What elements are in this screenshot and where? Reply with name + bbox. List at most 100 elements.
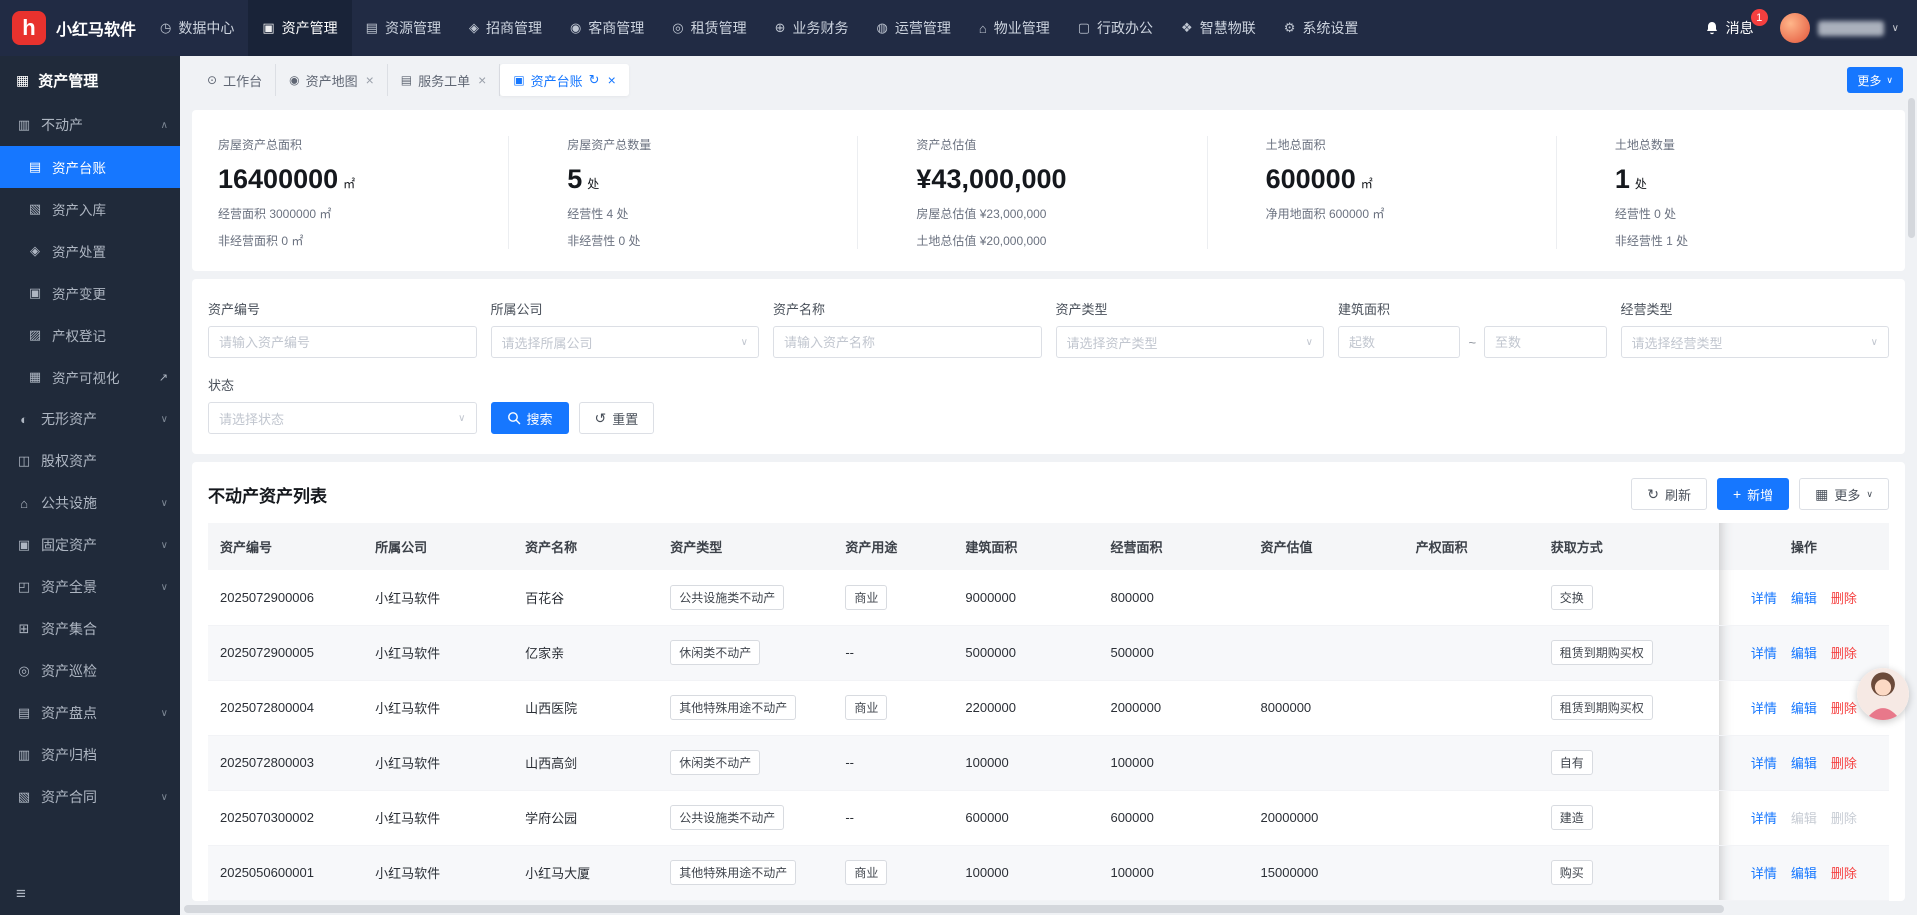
stat-value-row: 16400000㎡ bbox=[218, 164, 508, 195]
stat-label: 土地总数量 bbox=[1615, 136, 1905, 153]
filter-input-build-area-max[interactable] bbox=[1484, 326, 1606, 358]
filter-select-owner-company[interactable]: 请选择所属公司∨ bbox=[491, 326, 760, 358]
reset-button[interactable]: ↺ 重置 bbox=[579, 402, 655, 434]
asset-inbound-icon: ▧ bbox=[27, 201, 43, 217]
tab-asset-map[interactable]: ◉资产地图× bbox=[276, 64, 388, 96]
sidebar-item-real-estate[interactable]: ▥不动产∧ bbox=[0, 104, 180, 146]
action-detail[interactable]: 详情 bbox=[1751, 643, 1777, 662]
assistant-avatar[interactable] bbox=[1857, 668, 1909, 720]
tab-label: 服务工单 bbox=[418, 71, 470, 90]
action-edit[interactable]: 编辑 bbox=[1791, 698, 1817, 717]
filter-input-asset-name[interactable] bbox=[773, 326, 1042, 358]
close-icon[interactable]: × bbox=[366, 72, 374, 88]
nav-item-business-finance[interactable]: ⊕业务财务 bbox=[761, 0, 863, 56]
cell-build-area: 5000000 bbox=[953, 625, 1098, 680]
select-placeholder: 请选择资产类型 bbox=[1067, 333, 1158, 352]
action-edit[interactable]: 编辑 bbox=[1791, 863, 1817, 882]
action-detail[interactable]: 详情 bbox=[1751, 588, 1777, 607]
sidebar-item-fixed-assets[interactable]: ▣固定资产∨ bbox=[0, 524, 180, 566]
table-more-button[interactable]: ▦ 更多 ∨ bbox=[1799, 478, 1889, 510]
nav-item-office-admin[interactable]: ▢行政办公 bbox=[1064, 0, 1167, 56]
nav-item-asset-management[interactable]: ▣资产管理 bbox=[248, 0, 351, 56]
cell-build-area: 100000 bbox=[953, 845, 1098, 900]
add-button[interactable]: + 新增 bbox=[1717, 478, 1789, 510]
action-detail[interactable]: 详情 bbox=[1751, 808, 1777, 827]
vertical-scrollbar-thumb[interactable] bbox=[1908, 98, 1915, 238]
cell-valuation bbox=[1249, 570, 1404, 625]
chevron-down-icon: ∨ bbox=[1886, 75, 1893, 86]
cell-property-area bbox=[1404, 625, 1539, 680]
sidebar-item-equity-assets[interactable]: ◫股权资产 bbox=[0, 440, 180, 482]
refresh-icon[interactable]: ↻ bbox=[589, 72, 600, 88]
close-icon[interactable]: × bbox=[478, 72, 486, 88]
cell-biz-area: 100000 bbox=[1098, 845, 1248, 900]
sidebar-item-asset-disposal[interactable]: ◈资产处置 bbox=[0, 230, 180, 272]
nav-item-smart-iot[interactable]: ❖智慧物联 bbox=[1167, 0, 1270, 56]
sidebar-item-asset-change[interactable]: ▣资产变更 bbox=[0, 272, 180, 314]
tab-asset-ledger-tab[interactable]: ▣资产台账↻× bbox=[500, 64, 628, 96]
filter-select-business-type[interactable]: 请选择经营类型∨ bbox=[1621, 326, 1890, 358]
filter-input-asset-code[interactable] bbox=[208, 326, 477, 358]
action-delete[interactable]: 删除 bbox=[1831, 753, 1857, 772]
user-menu[interactable]: ∨ bbox=[1780, 13, 1899, 43]
action-detail[interactable]: 详情 bbox=[1751, 753, 1777, 772]
sidebar-item-intangible-assets[interactable]: ◐无形资产∨ bbox=[0, 398, 180, 440]
horizontal-scrollbar[interactable] bbox=[184, 905, 1895, 913]
action-detail[interactable]: 详情 bbox=[1751, 863, 1777, 882]
table-header-row: 资产编号所属公司资产名称资产类型资产用途建筑面积经营面积资产估值产权面积获取方式… bbox=[208, 523, 1889, 570]
action-delete[interactable]: 删除 bbox=[1831, 588, 1857, 607]
filter-select-status[interactable]: 请选择状态∨ bbox=[208, 402, 477, 434]
tabs-more-button[interactable]: 更多 ∨ bbox=[1847, 67, 1903, 93]
action-detail[interactable]: 详情 bbox=[1751, 698, 1777, 717]
stat-label: 资产总估值 bbox=[916, 136, 1206, 153]
action-delete[interactable]: 删除 bbox=[1831, 698, 1857, 717]
sidebar-item-asset-inbound[interactable]: ▧资产入库 bbox=[0, 188, 180, 230]
workbench-icon: ⊙ bbox=[207, 73, 217, 87]
action-delete[interactable]: 删除 bbox=[1831, 643, 1857, 662]
tab-workbench[interactable]: ⊙工作台 bbox=[194, 64, 276, 96]
vertical-scrollbar[interactable] bbox=[1908, 98, 1915, 915]
nav-item-system-settings[interactable]: ⚙系统设置 bbox=[1270, 0, 1373, 56]
sidebar-item-property-registration[interactable]: ▨产权登记 bbox=[0, 314, 180, 356]
operation-management-icon: ◍ bbox=[877, 20, 888, 36]
nav-item-label: 客商管理 bbox=[588, 18, 644, 38]
close-icon[interactable]: × bbox=[608, 72, 616, 88]
sidebar-item-asset-collection[interactable]: ⊞资产集合 bbox=[0, 608, 180, 650]
chevron-down-icon: ∨ bbox=[161, 414, 168, 425]
column-header: 所属公司 bbox=[363, 523, 513, 570]
stat-value: 1 bbox=[1615, 164, 1630, 195]
search-button[interactable]: 搜索 bbox=[491, 402, 569, 434]
nav-item-property-management[interactable]: ⌂物业管理 bbox=[965, 0, 1064, 56]
tab-service-order[interactable]: ▤服务工单× bbox=[388, 64, 501, 96]
table-row: 2025070300002小红马软件学府公园公共设施类不动产--60000060… bbox=[208, 790, 1889, 845]
sidebar-item-asset-contract[interactable]: ▧资产合同∨ bbox=[0, 776, 180, 818]
action-edit[interactable]: 编辑 bbox=[1791, 643, 1817, 662]
column-header: 获取方式 bbox=[1539, 523, 1719, 570]
action-edit[interactable]: 编辑 bbox=[1791, 588, 1817, 607]
filter-input-build-area-min[interactable] bbox=[1338, 326, 1460, 358]
collapse-sidebar-icon[interactable]: ≡ bbox=[16, 884, 26, 904]
stat-sub-line: 非经营性 1 处 bbox=[1615, 232, 1905, 249]
sidebar-item-asset-stocktake[interactable]: ▤资产盘点∨ bbox=[0, 692, 180, 734]
sidebar-item-asset-ledger[interactable]: ▤资产台账 bbox=[0, 146, 180, 188]
sidebar-item-asset-archive[interactable]: ▥资产归档 bbox=[0, 734, 180, 776]
action-delete[interactable]: 删除 bbox=[1831, 863, 1857, 882]
sidebar-item-asset-visualization[interactable]: ▦资产可视化↗ bbox=[0, 356, 180, 398]
nav-item-operation-management[interactable]: ◍运营管理 bbox=[863, 0, 965, 56]
sidebar-item-asset-inspection[interactable]: ◎资产巡检 bbox=[0, 650, 180, 692]
nav-item-investment-management[interactable]: ◈招商管理 bbox=[455, 0, 556, 56]
nav-item-lease-management[interactable]: ◎租赁管理 bbox=[658, 0, 760, 56]
nav-item-data-center[interactable]: ◷数据中心 bbox=[146, 0, 248, 56]
business-finance-icon: ⊕ bbox=[775, 20, 786, 36]
chevron-down-icon: ∨ bbox=[161, 792, 168, 803]
filter-select-asset-type[interactable]: 请选择资产类型∨ bbox=[1056, 326, 1325, 358]
nav-item-merchant-management[interactable]: ◉客商管理 bbox=[556, 0, 658, 56]
sidebar-item-asset-panorama[interactable]: ◰资产全景∨ bbox=[0, 566, 180, 608]
refresh-button[interactable]: ↻ 刷新 bbox=[1631, 478, 1707, 510]
external-link-icon: ↗ bbox=[159, 371, 168, 384]
sidebar-item-public-facilities[interactable]: ⌂公共设施∨ bbox=[0, 482, 180, 524]
action-edit[interactable]: 编辑 bbox=[1791, 753, 1817, 772]
horizontal-scrollbar-thumb[interactable] bbox=[184, 905, 1724, 913]
messages-button[interactable]: 消息 1 bbox=[1704, 18, 1754, 38]
nav-item-resource-management[interactable]: ▤资源管理 bbox=[352, 0, 455, 56]
